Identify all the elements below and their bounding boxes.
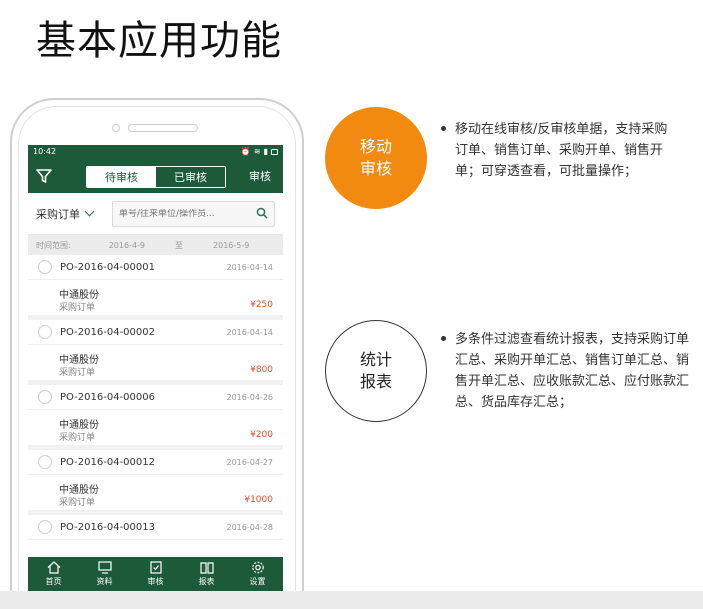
select-radio[interactable] [38, 455, 52, 469]
description-text: 移动在线审核/反审核单据，支持采购订单、销售订单、采购开单、销售开单；可穿透查看… [455, 122, 668, 179]
search-row: 采购订单 [28, 193, 283, 235]
tab-settings[interactable]: 设置 [232, 557, 283, 591]
signal-icon: ▮ [263, 147, 268, 156]
bottom-tab-bar: 首页 资料 审核 报表 设置 [28, 557, 283, 591]
order-number: PO-2016-04-00002 [60, 326, 155, 338]
badge-line-2: 报表 [359, 372, 392, 391]
order-number: PO-2016-04-00001 [60, 261, 155, 273]
tab-review[interactable]: 审核 [130, 557, 181, 591]
search-box [112, 200, 275, 227]
tab-data[interactable]: 资料 [79, 557, 130, 591]
chevron-down-icon [84, 206, 95, 217]
monitor-icon [97, 561, 112, 574]
filter-icon[interactable] [34, 166, 54, 186]
select-radio[interactable] [38, 390, 52, 404]
clipboard-check-icon [149, 561, 162, 574]
date-to-word: 至 [175, 240, 184, 250]
tab-label: 首页 [45, 577, 62, 586]
order-number: PO-2016-04-00013 [60, 521, 155, 533]
app-bar: 待审核 已审核 审核 [28, 158, 283, 193]
order-date: 2016-04-26 [226, 392, 274, 402]
tab-home[interactable]: 首页 [28, 557, 79, 591]
tab-reports[interactable]: 报表 [181, 557, 232, 591]
battery-icon [271, 148, 278, 155]
select-radio[interactable] [38, 520, 52, 534]
tab-label: 设置 [249, 577, 266, 586]
badge-line-2: 审核 [359, 159, 392, 178]
gear-icon [251, 561, 264, 574]
order-item[interactable]: PO-2016-04-00002 2016-04-14 中通股份 采购订单 ¥8… [28, 320, 283, 380]
alarm-icon: ⏰ [240, 147, 251, 156]
order-type-label: 采购订单 [36, 207, 80, 221]
order-item[interactable]: PO-2016-04-00012 2016-04-27 中通股份 采购订单 ¥1… [28, 450, 283, 510]
tab-label: 资料 [96, 577, 113, 586]
select-radio[interactable] [38, 260, 52, 274]
statistics-report-badge: 统计 报表 [325, 320, 427, 422]
order-customer: 中通股份 [59, 355, 99, 366]
order-item[interactable]: PO-2016-04-00006 2016-04-26 中通股份 采购订单 ¥2… [28, 385, 283, 445]
bullet-icon [441, 336, 446, 341]
bottom-strip [0, 591, 703, 609]
page-title: 基本应用功能 [36, 18, 282, 64]
order-date: 2016-04-27 [226, 457, 274, 467]
bullet-icon [441, 126, 446, 131]
tab-label: 审核 [147, 577, 164, 586]
tab-reviewed[interactable]: 已审核 [156, 167, 225, 187]
status-icons: ⏰ ≋ ▮ [241, 147, 278, 156]
order-amount: ¥1000 [244, 495, 273, 505]
mobile-review-description: 移动在线审核/反审核单据，支持采购订单、销售订单、采购开单、销售开单；可穿透查看… [441, 119, 677, 182]
wifi-icon: ≋ [253, 147, 261, 156]
statistics-report-description: 多条件过滤查看统计报表，支持采购订单汇总、采购开单汇总、销售订单汇总、销售开单汇… [441, 329, 695, 413]
date-range-row[interactable]: 时间范围: 2016-4-9 至 2016-5-9 [28, 235, 283, 255]
order-type: 采购订单 [59, 368, 96, 378]
tab-label: 报表 [198, 577, 215, 586]
book-icon [199, 562, 214, 574]
order-date: 2016-04-14 [226, 262, 274, 272]
order-type: 采购订单 [59, 303, 96, 313]
order-type: 采购订单 [59, 498, 96, 508]
order-customer: 中通股份 [59, 290, 99, 301]
camera-icon [112, 124, 120, 132]
badge-line-1: 统计 [359, 350, 392, 369]
order-type: 采购订单 [59, 433, 96, 443]
review-status-segment: 待审核 已审核 [86, 166, 226, 188]
order-number: PO-2016-04-00012 [60, 456, 155, 468]
review-action-button[interactable]: 审核 [249, 168, 271, 184]
speaker-grille [128, 124, 198, 132]
order-number: PO-2016-04-00006 [60, 391, 155, 403]
order-date: 2016-04-14 [226, 327, 274, 337]
date-from[interactable]: 2016-4-9 [109, 241, 145, 250]
select-radio[interactable] [38, 325, 52, 339]
home-icon [47, 561, 60, 574]
order-amount: ¥250 [250, 300, 273, 310]
mobile-review-badge: 移动 审核 [325, 107, 427, 209]
status-time: 10:42 [33, 147, 57, 156]
date-range-label: 时间范围: [36, 240, 71, 250]
description-text: 多条件过滤查看统计报表，支持采购订单汇总、采购开单汇总、销售订单汇总、销售开单汇… [455, 332, 690, 410]
badge-line-1: 移动 [359, 137, 392, 156]
search-icon[interactable] [256, 204, 268, 223]
order-customer: 中通股份 [59, 485, 99, 496]
order-type-dropdown[interactable]: 采购订单 [36, 206, 112, 222]
search-input[interactable] [119, 208, 256, 219]
phone-screen: 10:42 ⏰ ≋ ▮ 待审核 已审核 审核 采购订单 时间范围: [28, 145, 283, 591]
order-item[interactable]: PO-2016-04-00001 2016-04-14 中通股份 采购订单 ¥2… [28, 255, 283, 315]
order-customer: 中通股份 [59, 420, 99, 431]
order-date: 2016-04-28 [226, 522, 274, 532]
tab-pending-review[interactable]: 待审核 [87, 167, 156, 187]
order-amount: ¥800 [250, 365, 273, 375]
status-bar: 10:42 ⏰ ≋ ▮ [28, 145, 283, 158]
date-to[interactable]: 2016-5-9 [213, 241, 249, 250]
order-amount: ¥200 [250, 430, 273, 440]
